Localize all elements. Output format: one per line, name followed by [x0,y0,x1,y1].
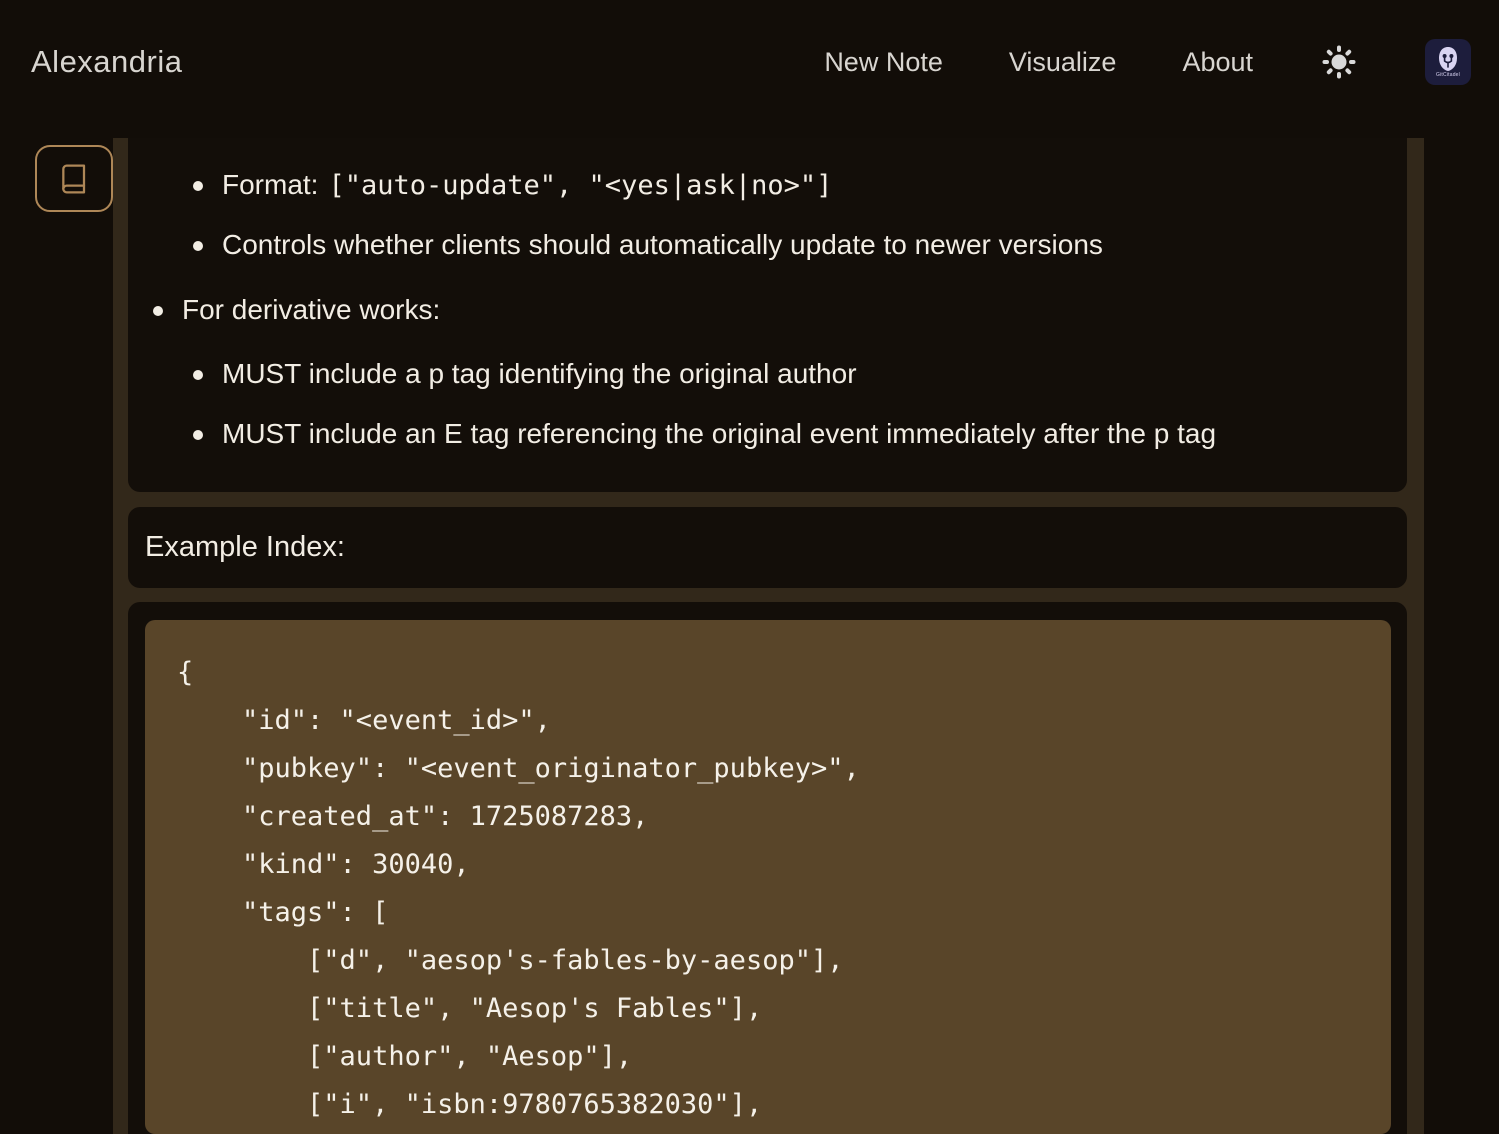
bullet-dot [193,181,203,191]
nav-about[interactable]: About [1182,47,1253,78]
json-code-text: { "id": "<event_id>", "pubkey": "<event_… [145,620,1391,1129]
list-item-text: MUST include an E tag referencing the or… [222,414,1216,454]
bullet-dot [193,370,203,380]
bullet-dot [193,241,203,251]
inline-code: ["auto-update", "<yes|ask|no>"] [328,170,832,201]
theme-toggle-button[interactable] [1319,42,1359,82]
gitcitadel-logo-label: GitCitadel [1436,72,1460,78]
list-item-text: Format:["auto-update", "<yes|ask|no>"] [222,165,832,206]
list-item-text: MUST include a p tag identifying the ori… [222,354,857,394]
example-index-card: Example Index: [128,507,1407,588]
sun-icon [1319,42,1359,82]
reader-toggle-button[interactable] [35,145,113,212]
document-panel: Format:["auto-update", "<yes|ask|no>"] C… [113,138,1424,1134]
nav-new-note[interactable]: New Note [824,47,943,78]
bullet-dot [193,430,203,440]
example-index-label: Example Index: [145,531,345,564]
list-item-text: For derivative works: [182,290,440,330]
page: Alexandria New Note Visualize About [0,0,1499,1134]
bullet-dot [153,306,163,316]
navbar-right: New Note Visualize About [824,39,1471,85]
spec-bullets-card: Format:["auto-update", "<yes|ask|no>"] C… [128,138,1407,492]
list-item-text: Controls whether clients should automati… [222,225,1103,265]
list-item-derivative-works: For derivative works: [128,290,1407,330]
gitcitadel-logo[interactable]: GitCitadel [1425,39,1471,85]
list-item-must-e-tag: MUST include an E tag referencing the or… [128,414,1407,454]
list-item-format: Format:["auto-update", "<yes|ask|no>"] [128,165,1407,205]
json-code-block: { "id": "<event_id>", "pubkey": "<event_… [145,620,1391,1134]
top-navbar: Alexandria New Note Visualize About [0,0,1499,124]
gitcitadel-shield-icon [1437,46,1459,72]
brand-title[interactable]: Alexandria [31,44,182,80]
book-icon [58,163,90,195]
code-example-card: { "id": "<event_id>", "pubkey": "<event_… [128,602,1407,1134]
nav-visualize[interactable]: Visualize [1009,47,1117,78]
list-item-must-p-tag: MUST include a p tag identifying the ori… [128,354,1407,394]
list-item-controls: Controls whether clients should automati… [128,225,1407,265]
